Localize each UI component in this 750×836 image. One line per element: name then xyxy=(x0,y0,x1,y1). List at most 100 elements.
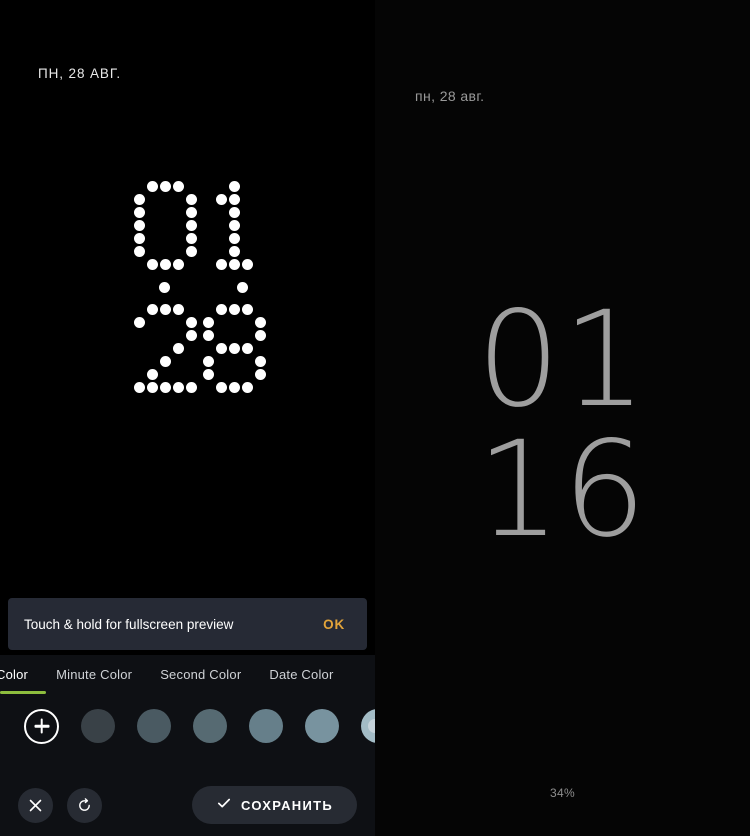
dot-cell xyxy=(241,180,254,193)
dot-cell xyxy=(133,303,146,316)
dot-cell xyxy=(254,316,267,329)
dot-cell xyxy=(241,381,254,394)
cancel-button[interactable] xyxy=(18,787,53,823)
snackbar: Touch & hold for fullscreen preview OK xyxy=(8,598,367,650)
color-swatch[interactable] xyxy=(193,709,227,743)
dot-cell xyxy=(254,381,267,394)
watchface-result-panel: пн, 28 авг. 01 16 34% xyxy=(375,0,750,836)
dot-cell xyxy=(133,219,146,232)
dot-cell xyxy=(254,329,267,342)
tab-second-color[interactable]: Second Color xyxy=(146,655,255,695)
dot-cell xyxy=(172,219,185,232)
dot-cell xyxy=(172,342,185,355)
dot-cell xyxy=(159,180,172,193)
dot-cell xyxy=(202,258,215,271)
dot-clock-separator xyxy=(133,274,272,300)
dot-cell xyxy=(185,258,198,271)
app-root: ПН, 28 АВГ. Touch & hold for fullscreen … xyxy=(0,0,750,836)
dot-cell xyxy=(172,180,185,193)
dot-cell xyxy=(146,316,159,329)
dot-cell xyxy=(172,355,185,368)
dot-cell xyxy=(228,180,241,193)
dot-cell xyxy=(202,381,215,394)
color-swatch[interactable] xyxy=(137,709,171,743)
dot-cell xyxy=(159,258,172,271)
dot-clock-hour-row xyxy=(133,180,267,271)
color-swatch-row[interactable] xyxy=(0,695,375,757)
separator-dot-right xyxy=(237,282,248,293)
dot-cell xyxy=(241,232,254,245)
dot-cell xyxy=(185,232,198,245)
dot-cell xyxy=(185,193,198,206)
dot-cell xyxy=(215,245,228,258)
separator-dot-left xyxy=(159,282,170,293)
dot-cell xyxy=(185,368,198,381)
dot-cell xyxy=(185,316,198,329)
save-button[interactable]: СОХРАНИТЬ xyxy=(192,786,357,824)
dot-cell xyxy=(228,258,241,271)
color-swatch[interactable] xyxy=(305,709,339,743)
dot-cell xyxy=(241,303,254,316)
dot-cell xyxy=(254,245,267,258)
snackbar-ok-button[interactable]: OK xyxy=(317,611,351,638)
dot-cell xyxy=(228,193,241,206)
dot-cell xyxy=(146,206,159,219)
dot-cell xyxy=(185,303,198,316)
dot-cell xyxy=(172,232,185,245)
dot-cell xyxy=(172,303,185,316)
dot-cell xyxy=(254,206,267,219)
dot-cell xyxy=(159,232,172,245)
color-swatch[interactable] xyxy=(249,709,283,743)
dot-cell xyxy=(133,232,146,245)
dot-cell xyxy=(185,206,198,219)
dot-digit-hour-ones xyxy=(202,180,267,271)
dot-cell xyxy=(159,368,172,381)
dot-cell xyxy=(159,316,172,329)
dot-matrix-clock xyxy=(133,180,272,394)
dot-cell xyxy=(241,258,254,271)
dot-cell xyxy=(202,329,215,342)
dot-cell xyxy=(159,193,172,206)
dot-cell xyxy=(254,219,267,232)
dot-cell xyxy=(185,342,198,355)
tab-date-color[interactable]: Date Color xyxy=(255,655,347,695)
dot-cell xyxy=(254,303,267,316)
dot-cell xyxy=(215,219,228,232)
dot-cell xyxy=(159,329,172,342)
dot-digit-minute-tens xyxy=(133,303,198,394)
dot-cell xyxy=(146,355,159,368)
tab-minute-color[interactable]: Minute Color xyxy=(42,655,146,695)
add-color-icon[interactable] xyxy=(24,708,59,744)
editor-bottom-sheet: Color Minute Color Second Color Date Col… xyxy=(0,655,375,836)
color-tabs: Color Minute Color Second Color Date Col… xyxy=(0,655,375,695)
dot-cell xyxy=(133,245,146,258)
dot-cell xyxy=(215,303,228,316)
dot-cell xyxy=(159,355,172,368)
save-button-label: СОХРАНИТЬ xyxy=(241,797,333,813)
dot-cell xyxy=(254,355,267,368)
dot-cell xyxy=(202,245,215,258)
dot-cell xyxy=(133,355,146,368)
dot-cell xyxy=(146,368,159,381)
dot-cell xyxy=(228,342,241,355)
color-swatch[interactable] xyxy=(81,709,115,743)
tab-hour-color[interactable]: Color xyxy=(0,655,42,695)
dot-cell xyxy=(254,232,267,245)
dot-cell xyxy=(241,219,254,232)
dot-cell xyxy=(215,381,228,394)
dot-cell xyxy=(185,355,198,368)
dot-cell xyxy=(172,316,185,329)
dot-cell xyxy=(172,368,185,381)
dot-cell xyxy=(241,355,254,368)
dot-cell xyxy=(202,316,215,329)
dot-cell xyxy=(146,342,159,355)
dot-cell xyxy=(172,193,185,206)
dot-cell xyxy=(146,219,159,232)
color-swatch-overflow-peek[interactable] xyxy=(368,719,375,733)
dot-cell xyxy=(228,381,241,394)
dot-cell xyxy=(185,245,198,258)
battery-percentage: 34% xyxy=(550,786,575,800)
reset-button[interactable] xyxy=(67,787,102,823)
dot-cell xyxy=(159,303,172,316)
dot-cell xyxy=(172,329,185,342)
